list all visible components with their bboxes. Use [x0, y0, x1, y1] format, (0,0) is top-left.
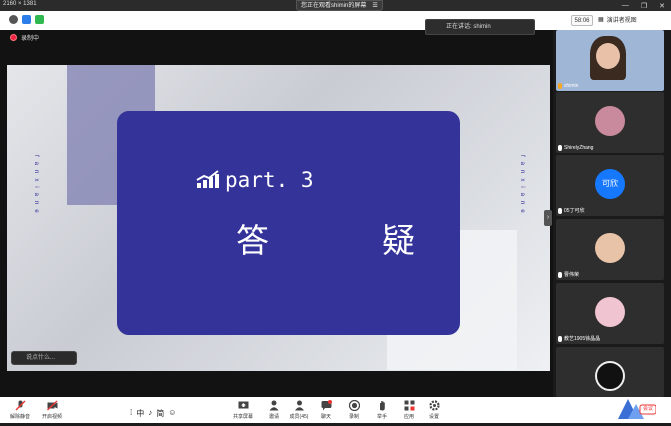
raise-hand-label: 举手: [376, 414, 387, 420]
apps-button[interactable]: 应用: [396, 400, 422, 420]
participant-tile[interactable]: ShirelyZhang: [556, 92, 664, 153]
minimize-icon[interactable]: —: [622, 2, 629, 9]
members-button[interactable]: 成员(45): [286, 400, 312, 420]
ime-emoji[interactable]: ☺: [168, 408, 176, 419]
mic-off-icon: [558, 207, 562, 214]
slide-side-text-right: fanxiane: [519, 155, 525, 218]
signal-bars-icon[interactable]: [35, 15, 44, 24]
speaking-indicator: 正在讲话: shimin: [425, 19, 535, 35]
window-controls: — ❐ ✕: [622, 0, 665, 11]
settings-button[interactable]: 设置: [421, 400, 447, 420]
record-label: 录制: [348, 414, 359, 420]
record-icon: [348, 400, 360, 411]
chat-icon: [321, 400, 332, 411]
recording-indicator[interactable]: 录制中: [10, 33, 39, 42]
participant-avatar: [595, 106, 625, 136]
settings-label: 设置: [428, 414, 439, 420]
start-video-button[interactable]: 开启视频: [39, 400, 65, 420]
members-label: 成员(45): [289, 414, 309, 420]
recording-label: 录制中: [21, 36, 40, 42]
security-shield-icon[interactable]: [22, 15, 31, 24]
viewing-banner[interactable]: 您正在观看shimin的屏幕 ☰: [296, 0, 383, 11]
participant-name-badge: 05丁可欣: [558, 207, 585, 214]
meeting-timer: 58:06: [571, 15, 593, 26]
grid-icon: ▦: [598, 17, 604, 23]
chat-preview-box[interactable]: 说点什么...: [11, 351, 77, 365]
mic-off-icon: [558, 335, 562, 342]
restore-icon[interactable]: ❐: [641, 2, 647, 10]
rising-chart-icon: [196, 170, 219, 188]
share-screen-label: 共享屏幕: [232, 414, 253, 420]
view-mode-button[interactable]: ▦ 演讲者视图: [598, 15, 637, 24]
apps-icon: [404, 400, 414, 411]
mic-off-icon: [558, 271, 562, 278]
participant-avatar: 可欣: [595, 169, 625, 199]
ime-handle-icon: ⁞: [130, 408, 133, 417]
gear-icon: [428, 400, 440, 411]
ime-simplified[interactable]: 简: [156, 408, 164, 419]
unmute-label: 解除静音: [9, 414, 30, 420]
participant-name-badge: 教艺1905徐晶晶: [558, 335, 600, 342]
participant-tile[interactable]: 曹伟荣: [556, 219, 664, 280]
record-button[interactable]: 录制: [341, 400, 367, 420]
share-screen-button[interactable]: 共享屏幕: [230, 400, 256, 420]
record-dot-icon: [10, 34, 17, 41]
chat-button[interactable]: 聊天: [313, 400, 339, 420]
participant-tile[interactable]: 可欣 05丁可欣: [556, 155, 664, 216]
participant-tile[interactable]: shimin: [556, 30, 664, 91]
dimension-label: 2160 × 1381: [3, 1, 37, 7]
ime-toolbar[interactable]: ⁞ 中 ♪ 简 ☺: [130, 408, 176, 419]
raise-hand-button[interactable]: 举手: [369, 400, 395, 420]
chat-label: 聊天: [320, 414, 331, 420]
participant-avatar: [595, 361, 625, 391]
slide-title: 答 疑: [236, 221, 455, 260]
info-icon[interactable]: [9, 15, 18, 24]
start-video-label: 开启视频: [41, 414, 62, 420]
participant-tile[interactable]: [556, 347, 664, 397]
participant-name-badge: shimin: [558, 83, 578, 89]
participant-name-badge: 曹伟荣: [558, 271, 579, 278]
invite-label: 邀请: [268, 414, 279, 420]
close-icon[interactable]: ✕: [659, 2, 665, 10]
view-mode-label: 演讲者视图: [606, 18, 637, 24]
invite-user-icon: [269, 400, 278, 411]
invite-button[interactable]: 邀请: [261, 400, 287, 420]
end-meeting-label: 会议: [643, 406, 654, 412]
viewing-menu-icon[interactable]: ☰: [372, 1, 377, 11]
slide-side-text-left: fanxiane: [33, 155, 39, 218]
apps-label: 应用: [403, 414, 414, 420]
collapse-panel-button[interactable]: ›: [544, 210, 552, 226]
participant-face: [596, 43, 620, 69]
share-screen-icon: [238, 401, 248, 409]
video-off-icon: [46, 400, 57, 411]
unmute-button[interactable]: 解除静音: [7, 400, 33, 420]
ime-punct[interactable]: ♪: [148, 408, 152, 419]
participant-avatar: [595, 297, 625, 327]
viewing-banner-text: 您正在观看shimin的屏幕: [301, 2, 367, 9]
end-meeting-button[interactable]: 会议: [616, 395, 657, 421]
slide-part-label: part. 3: [225, 168, 314, 192]
ime-mode[interactable]: 中: [136, 408, 144, 419]
chat-preview-text: 说点什么...: [26, 355, 56, 361]
titlebar-status-icons: [9, 15, 44, 24]
raise-hand-icon: [379, 401, 385, 411]
participant-name-badge: ShirelyZhang: [558, 145, 593, 151]
members-icon: [294, 400, 304, 411]
mic-muted-icon: [15, 400, 25, 411]
participant-avatar: [595, 233, 625, 263]
mic-icon: [558, 83, 562, 89]
participant-tile[interactable]: 教艺1905徐晶晶: [556, 283, 664, 344]
mic-off-icon: [558, 145, 562, 151]
